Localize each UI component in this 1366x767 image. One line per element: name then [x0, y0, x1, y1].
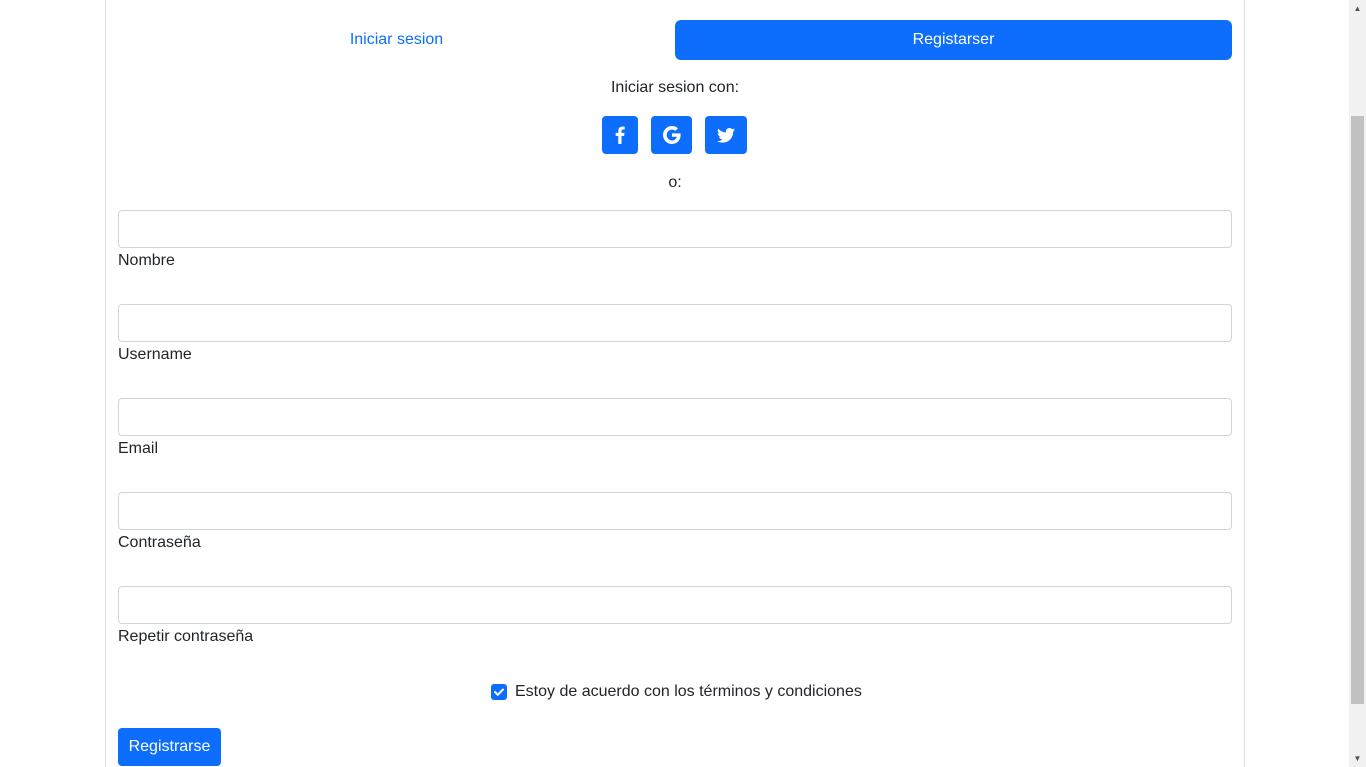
- repeat-password-input[interactable]: [118, 586, 1232, 624]
- social-buttons: [0, 116, 1366, 154]
- checkmark-icon: [494, 688, 504, 696]
- social-heading: Iniciar sesion con:: [610, 79, 740, 96]
- page: Iniciar sesion Registarser Iniciar sesio…: [0, 0, 1366, 767]
- scroll-down-icon[interactable]: ▼: [1349, 750, 1366, 767]
- scroll-up-icon[interactable]: ▲: [1349, 0, 1366, 17]
- password-label: Contraseña: [118, 534, 201, 551]
- vertical-scrollbar[interactable]: ▲ ▼: [1349, 0, 1366, 767]
- email-field-group: Email: [118, 398, 1232, 458]
- google-icon: [662, 126, 681, 144]
- email-input[interactable]: [118, 398, 1232, 436]
- password-input[interactable]: [118, 492, 1232, 530]
- repeat-password-field-group: Repetir contraseña: [118, 586, 1232, 646]
- username-input[interactable]: [118, 304, 1232, 342]
- username-field-group: Username: [118, 304, 1232, 364]
- terms-label[interactable]: Estoy de acuerdo con los términos y cond…: [515, 683, 862, 701]
- google-button[interactable]: [651, 116, 692, 154]
- tab-login[interactable]: Iniciar sesion: [118, 20, 675, 60]
- divider-text: o:: [668, 174, 682, 191]
- register-submit-button[interactable]: Registrarse: [118, 728, 221, 766]
- username-label: Username: [118, 346, 192, 363]
- terms-row: Estoy de acuerdo con los términos y cond…: [0, 683, 1366, 703]
- terms-checkbox[interactable]: [491, 684, 507, 700]
- nombre-field-group: Nombre: [118, 210, 1232, 270]
- email-label: Email: [118, 440, 159, 457]
- twitter-icon: [717, 127, 735, 143]
- twitter-button[interactable]: [705, 116, 747, 154]
- facebook-icon: [615, 126, 625, 144]
- tab-register[interactable]: Registarser: [675, 20, 1232, 60]
- nombre-input[interactable]: [118, 210, 1232, 248]
- nombre-label: Nombre: [118, 252, 175, 269]
- auth-tabs: Iniciar sesion Registarser: [118, 20, 1232, 60]
- repeat-password-label: Repetir contraseña: [118, 628, 254, 645]
- password-field-group: Contraseña: [118, 492, 1232, 552]
- facebook-button[interactable]: [602, 116, 638, 154]
- scrollbar-thumb[interactable]: [1351, 116, 1364, 704]
